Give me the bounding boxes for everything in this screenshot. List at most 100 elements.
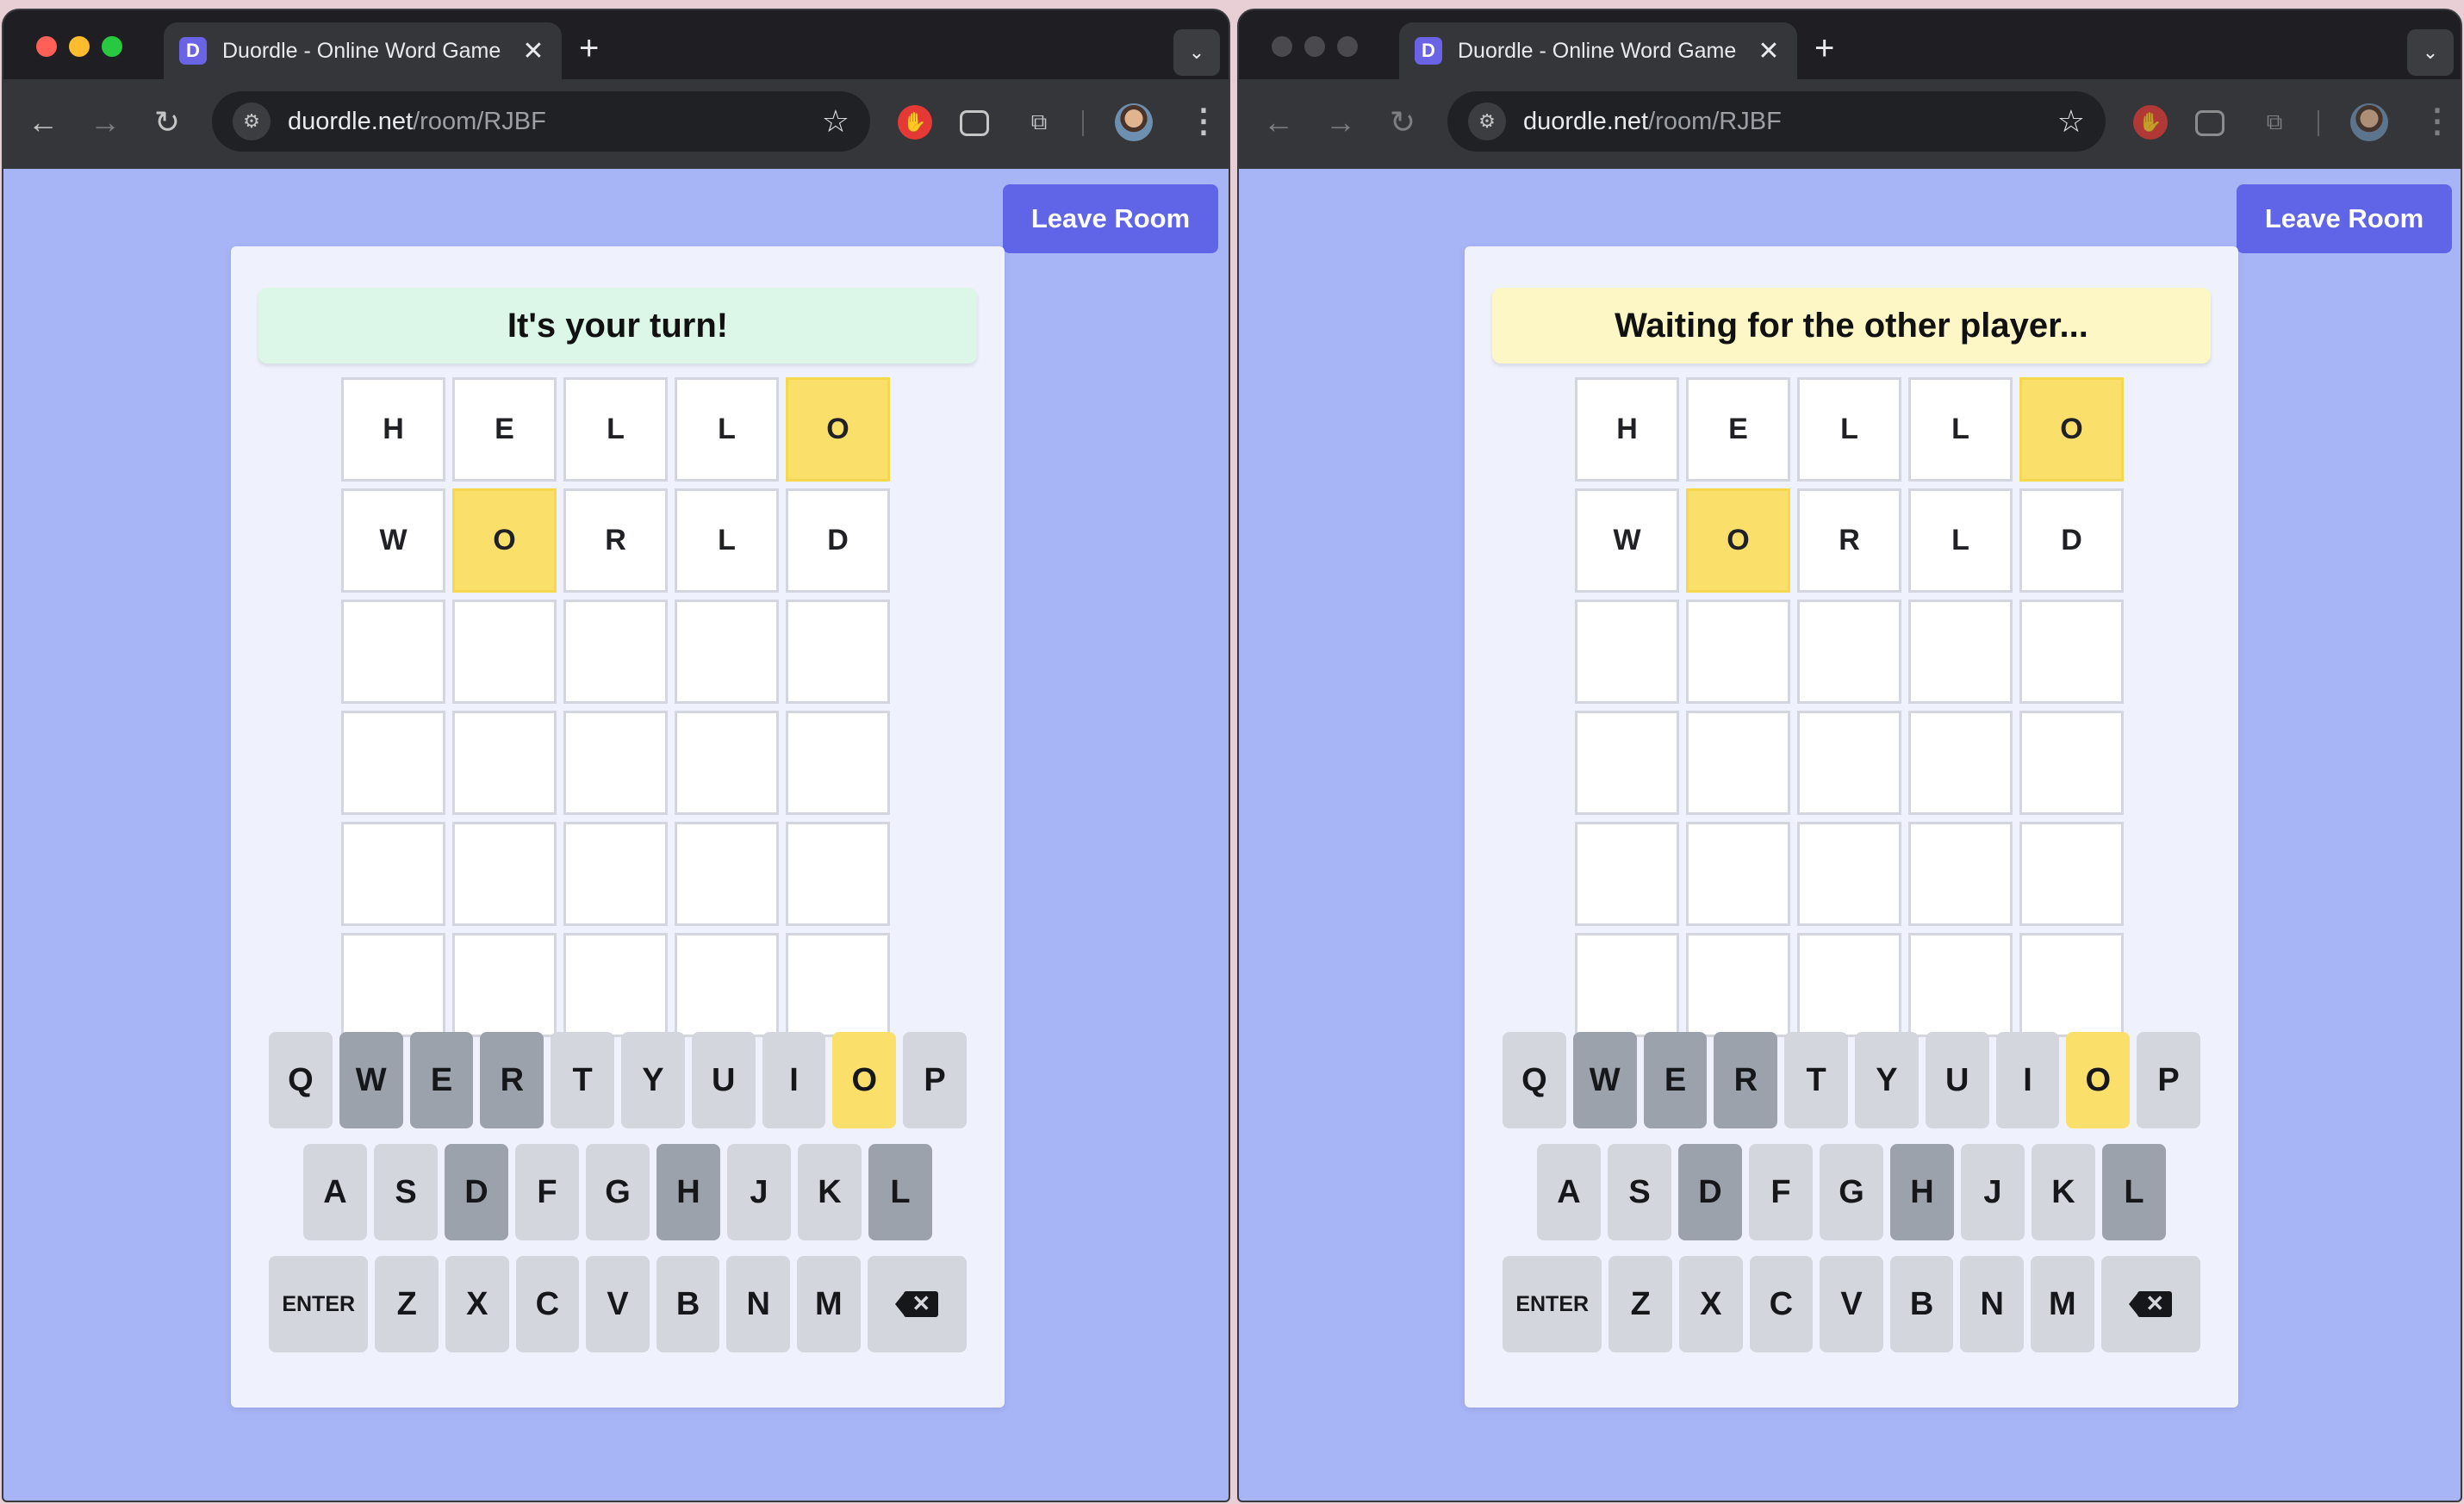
key-f[interactable]: F	[515, 1144, 579, 1240]
site-settings-icon[interactable]: ⚙	[233, 103, 271, 140]
grid-cell: L	[675, 377, 779, 482]
minimize-window-button[interactable]	[69, 36, 90, 57]
key-m[interactable]: M	[797, 1256, 861, 1352]
reader-extension-icon[interactable]	[2195, 110, 2224, 136]
back-arrow-icon[interactable]: ←	[24, 103, 62, 141]
page-content: Leave Room Waiting for the other player.…	[1239, 169, 2461, 1501]
extension-icon[interactable]: ⧉	[1022, 105, 1056, 140]
key-k[interactable]: K	[798, 1144, 862, 1240]
adblock-extension-icon[interactable]: ✋	[898, 105, 932, 140]
site-settings-icon[interactable]: ⚙	[1468, 103, 1506, 140]
key-v[interactable]: V	[1820, 1256, 1883, 1352]
grid-cell	[341, 933, 445, 1037]
menu-icon[interactable]: ⋮	[1187, 102, 1220, 140]
reader-extension-icon[interactable]	[960, 110, 989, 136]
key-w[interactable]: W	[339, 1032, 403, 1128]
key-y[interactable]: Y	[621, 1032, 685, 1128]
key-r[interactable]: R	[1714, 1032, 1778, 1128]
tab-duordle[interactable]: D Duordle - Online Word Game ✕	[1399, 22, 1797, 79]
profile-avatar[interactable]	[2350, 103, 2388, 141]
key-c[interactable]: C	[1749, 1256, 1814, 1352]
close-window-button[interactable]	[36, 36, 57, 57]
key-x[interactable]: X	[445, 1256, 509, 1352]
key-i[interactable]: I	[1995, 1032, 2060, 1128]
leave-room-button[interactable]: Leave Room	[1003, 184, 1218, 253]
key-k[interactable]: K	[2032, 1144, 2095, 1240]
key-e[interactable]: E	[1643, 1032, 1708, 1128]
url-text[interactable]: duordle.net/room/RJBF	[1523, 108, 2057, 136]
key-b[interactable]: B	[1889, 1256, 1954, 1352]
key-h[interactable]: H	[656, 1144, 720, 1240]
backspace-key[interactable]: ✕	[2100, 1256, 2201, 1352]
tab-close-icon[interactable]: ✕	[520, 36, 546, 66]
key-n[interactable]: N	[1960, 1256, 2025, 1352]
key-l[interactable]: L	[868, 1144, 932, 1240]
tab-search-chevron-icon[interactable]: ⌄	[1173, 29, 1220, 76]
key-t[interactable]: T	[551, 1032, 614, 1128]
key-z[interactable]: Z	[1608, 1256, 1672, 1352]
key-s[interactable]: S	[1608, 1144, 1671, 1240]
key-l[interactable]: L	[2102, 1144, 2166, 1240]
key-m[interactable]: M	[2031, 1256, 2094, 1352]
back-arrow-icon[interactable]: ←	[1260, 103, 1297, 141]
address-bar[interactable]: ⚙ duordle.net/room/RJBF ☆	[1447, 91, 2106, 152]
grid-cell	[1797, 711, 1901, 815]
star-icon[interactable]: ☆	[822, 103, 849, 140]
enter-key[interactable]: ENTER	[269, 1256, 369, 1352]
minimize-window-button[interactable]	[1304, 36, 1325, 57]
new-tab-button[interactable]: +	[579, 29, 599, 68]
adblock-extension-icon[interactable]: ✋	[2133, 105, 2168, 140]
key-o[interactable]: O	[2066, 1032, 2131, 1128]
key-y[interactable]: Y	[1855, 1032, 1919, 1128]
key-v[interactable]: V	[586, 1256, 650, 1352]
tab-search-chevron-icon[interactable]: ⌄	[2407, 29, 2454, 76]
key-w[interactable]: W	[1572, 1032, 1637, 1128]
key-n[interactable]: N	[726, 1256, 791, 1352]
key-i[interactable]: I	[762, 1032, 826, 1128]
backspace-key[interactable]: ✕	[867, 1256, 968, 1352]
key-q[interactable]: Q	[1503, 1032, 1566, 1128]
key-z[interactable]: Z	[375, 1256, 439, 1352]
enter-key[interactable]: ENTER	[1503, 1256, 1602, 1352]
key-o[interactable]: O	[832, 1032, 897, 1128]
close-window-button[interactable]	[1272, 36, 1292, 57]
menu-icon[interactable]: ⋮	[2421, 102, 2454, 140]
key-t[interactable]: T	[1784, 1032, 1848, 1128]
key-e[interactable]: E	[409, 1032, 474, 1128]
key-x[interactable]: X	[1678, 1256, 1743, 1352]
key-a[interactable]: A	[303, 1144, 367, 1240]
leave-room-button[interactable]: Leave Room	[2237, 184, 2452, 253]
key-d[interactable]: D	[445, 1144, 508, 1240]
key-h[interactable]: H	[1890, 1144, 1954, 1240]
tab-close-icon[interactable]: ✕	[1756, 36, 1782, 66]
url-text[interactable]: duordle.net/room/RJBF	[288, 108, 822, 136]
key-a[interactable]: A	[1537, 1144, 1601, 1240]
key-q[interactable]: Q	[269, 1032, 333, 1128]
address-bar[interactable]: ⚙ duordle.net/room/RJBF ☆	[212, 91, 870, 152]
key-g[interactable]: G	[1820, 1144, 1883, 1240]
key-j[interactable]: J	[727, 1144, 791, 1240]
maximize-window-button[interactable]	[102, 36, 122, 57]
key-g[interactable]: G	[586, 1144, 650, 1240]
key-b[interactable]: B	[656, 1256, 720, 1352]
reload-icon[interactable]: ↻	[148, 103, 186, 141]
key-f[interactable]: F	[1749, 1144, 1813, 1240]
extension-icon[interactable]: ⧉	[2257, 105, 2292, 140]
key-c[interactable]: C	[515, 1256, 580, 1352]
reload-icon[interactable]: ↻	[1384, 103, 1422, 141]
key-j[interactable]: J	[1961, 1144, 2025, 1240]
key-s[interactable]: S	[374, 1144, 438, 1240]
maximize-window-button[interactable]	[1337, 36, 1358, 57]
key-p[interactable]: P	[903, 1032, 967, 1128]
forward-arrow-icon[interactable]: →	[86, 103, 124, 141]
key-u[interactable]: U	[1925, 1032, 1989, 1128]
key-u[interactable]: U	[691, 1032, 756, 1128]
new-tab-button[interactable]: +	[1814, 29, 1834, 68]
key-r[interactable]: R	[480, 1032, 544, 1128]
key-d[interactable]: D	[1678, 1144, 1742, 1240]
forward-arrow-icon[interactable]: →	[1322, 103, 1360, 141]
tab-duordle[interactable]: D Duordle - Online Word Game ✕	[164, 22, 562, 79]
key-p[interactable]: P	[2137, 1032, 2200, 1128]
profile-avatar[interactable]	[1115, 103, 1153, 141]
star-icon[interactable]: ☆	[2057, 103, 2085, 140]
